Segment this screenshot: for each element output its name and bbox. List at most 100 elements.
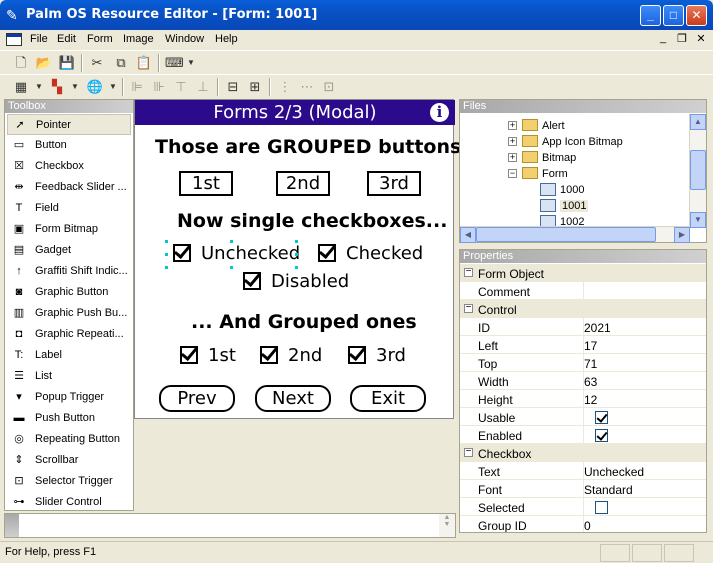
center-horizontal-icon[interactable]: ⊞ [246,78,264,96]
toolbox-item-list[interactable]: ☰ List [7,366,131,387]
toolbox-item-popup-trigger[interactable]: ▾ Popup Trigger [7,387,131,408]
files-vertical-scrollbar[interactable]: ▲ ▼ [689,114,706,228]
scroll-left-icon[interactable]: ◀ [460,227,476,243]
collapse-icon[interactable]: − [508,169,517,178]
output-panel[interactable]: ▲ ▼ [4,513,456,538]
grouped-check-1st[interactable]: 1st [180,345,236,366]
output-scrollbar[interactable]: ▲ ▼ [439,514,455,537]
grouped-check-2nd[interactable]: 2nd [260,345,322,366]
expand-icon[interactable]: + [508,137,517,146]
property-group-control[interactable]: − Control [460,300,706,318]
grouped-check-3rd[interactable]: 3rd [348,345,406,366]
toolbox-item-gadget[interactable]: ▤ Gadget [7,240,131,261]
property-row-left[interactable]: Left 17 [460,336,706,354]
align-top-icon[interactable]: ⊤ [172,78,190,96]
collapse-icon[interactable]: − [464,303,473,313]
chevron-down-icon[interactable]: ▼ [104,78,122,96]
toolbox-item-graphic-push-bu[interactable]: ▥ Graphic Push Bu... [7,303,131,324]
align-right-icon[interactable]: ⊪ [150,78,168,96]
toolbox-item-feedback-slider[interactable]: ⇹ Feedback Slider ... [7,177,131,198]
checkbox-box[interactable] [318,244,336,262]
property-group-form-object[interactable]: − Form Object [460,264,706,282]
scroll-thumb[interactable] [476,227,656,242]
info-icon[interactable]: i [430,103,449,122]
cut-icon[interactable]: ✂ [88,54,106,72]
toolbox-item-button[interactable]: ▭ Button [7,135,131,156]
color-icon[interactable]: ▚ [48,78,66,96]
new-file-icon[interactable]: 🗋 [12,54,30,72]
single-heading[interactable]: Now single checkboxes... [177,210,447,232]
files-horizontal-scrollbar[interactable]: ◀ ▶ [460,226,690,243]
property-value[interactable]: 12 [584,393,597,407]
toolbox-item-graphic-repeati[interactable]: ◘ Graphic Repeati... [7,324,131,345]
scroll-right-icon[interactable]: ▶ [674,227,690,243]
property-checkbox[interactable] [595,411,608,424]
property-row-comment[interactable]: Comment [460,282,706,300]
checkbox-box[interactable] [243,272,261,290]
property-value[interactable]: Unchecked [584,465,644,479]
push-button-2nd[interactable]: 2nd [276,171,330,196]
scroll-up-icon[interactable]: ▲ [690,114,706,130]
toolbox-item-repeating-button[interactable]: ◎ Repeating Button [7,429,131,450]
grouped-heading[interactable]: Those are GROUPED buttons [155,136,461,158]
menu-image[interactable]: Image [123,33,154,45]
expand-icon[interactable]: + [508,121,517,130]
checkbox-box[interactable] [348,346,366,364]
menu-window[interactable]: Window [165,33,204,45]
toolbox-item-graffiti-shift-indic[interactable]: ↑ Graffiti Shift Indic... [7,261,131,282]
toolbox-item-label[interactable]: T: Label [7,345,131,366]
toolbox-item-slider-control[interactable]: ⊶ Slider Control [7,492,131,513]
property-value[interactable]: 2021 [584,321,611,335]
property-value[interactable]: 17 [584,339,597,353]
space-vertical-icon[interactable]: ⋮ [276,78,294,96]
property-row-selected[interactable]: Selected [460,498,706,516]
scroll-down-icon[interactable]: ▼ [690,212,706,228]
checkbox-unchecked[interactable]: Unchecked [173,243,300,264]
globe-icon[interactable]: 🌐 [86,78,104,96]
menu-file[interactable]: File [30,33,48,45]
size-icon[interactable]: ⊡ [320,78,338,96]
close-button[interactable]: ✕ [686,5,707,26]
scroll-thumb[interactable] [690,150,706,190]
center-vertical-icon[interactable]: ⊟ [224,78,242,96]
form-title-bar[interactable]: Forms 2/3 (Modal) i [135,100,455,125]
mdi-close-button[interactable]: ✕ [694,32,708,45]
toolbox-item-field[interactable]: T Field [7,198,131,219]
menu-edit[interactable]: Edit [57,33,76,45]
property-row-group-id[interactable]: Group ID 0 [460,516,706,532]
property-row-usable[interactable]: Usable [460,408,706,426]
property-value[interactable]: Standard [584,483,633,497]
push-button-3rd[interactable]: 3rd [367,171,421,196]
document-icon[interactable] [6,33,22,46]
property-checkbox[interactable] [595,501,608,514]
property-value[interactable]: 0 [584,519,591,532]
grid-icon[interactable]: ▦ [12,78,30,96]
form-canvas[interactable]: Forms 2/3 (Modal) i Those are GROUPED bu… [134,99,461,419]
property-row-id[interactable]: ID 2021 [460,318,706,336]
property-row-top[interactable]: Top 71 [460,354,706,372]
checkbox-checked[interactable]: Checked [318,243,423,264]
toolbox-item-scrollbar[interactable]: ⇕ Scrollbar [7,450,131,471]
checkbox-box[interactable] [260,346,278,364]
checkbox-box[interactable] [173,244,191,262]
property-row-height[interactable]: Height 12 [460,390,706,408]
property-value[interactable]: 71 [584,357,597,371]
toolbox-item-checkbox[interactable]: ☒ Checkbox [7,156,131,177]
property-row-enabled[interactable]: Enabled [460,426,706,444]
property-row-text[interactable]: Text Unchecked [460,462,706,480]
menu-help[interactable]: Help [215,33,238,45]
minimize-button[interactable]: _ [640,5,661,26]
maximize-button[interactable]: □ [663,5,684,26]
grouped-checks-heading[interactable]: ... And Grouped ones [191,311,417,333]
property-row-font[interactable]: Font Standard [460,480,706,498]
chevron-down-icon[interactable]: ▼ [30,78,48,96]
prev-button[interactable]: Prev [159,385,235,412]
toolbox-item-graphic-button[interactable]: ◙ Graphic Button [7,282,131,303]
property-group-checkbox[interactable]: − Checkbox [460,444,706,462]
toolbox-item-pointer[interactable]: ➚ Pointer [7,114,131,135]
checkbox-box[interactable] [180,346,198,364]
chevron-down-icon[interactable]: ▼ [182,54,200,72]
mdi-restore-button[interactable]: ❐ [675,32,689,45]
copy-icon[interactable]: ⧉ [112,54,130,72]
toolbox-item-push-button[interactable]: ▬ Push Button [7,408,131,429]
